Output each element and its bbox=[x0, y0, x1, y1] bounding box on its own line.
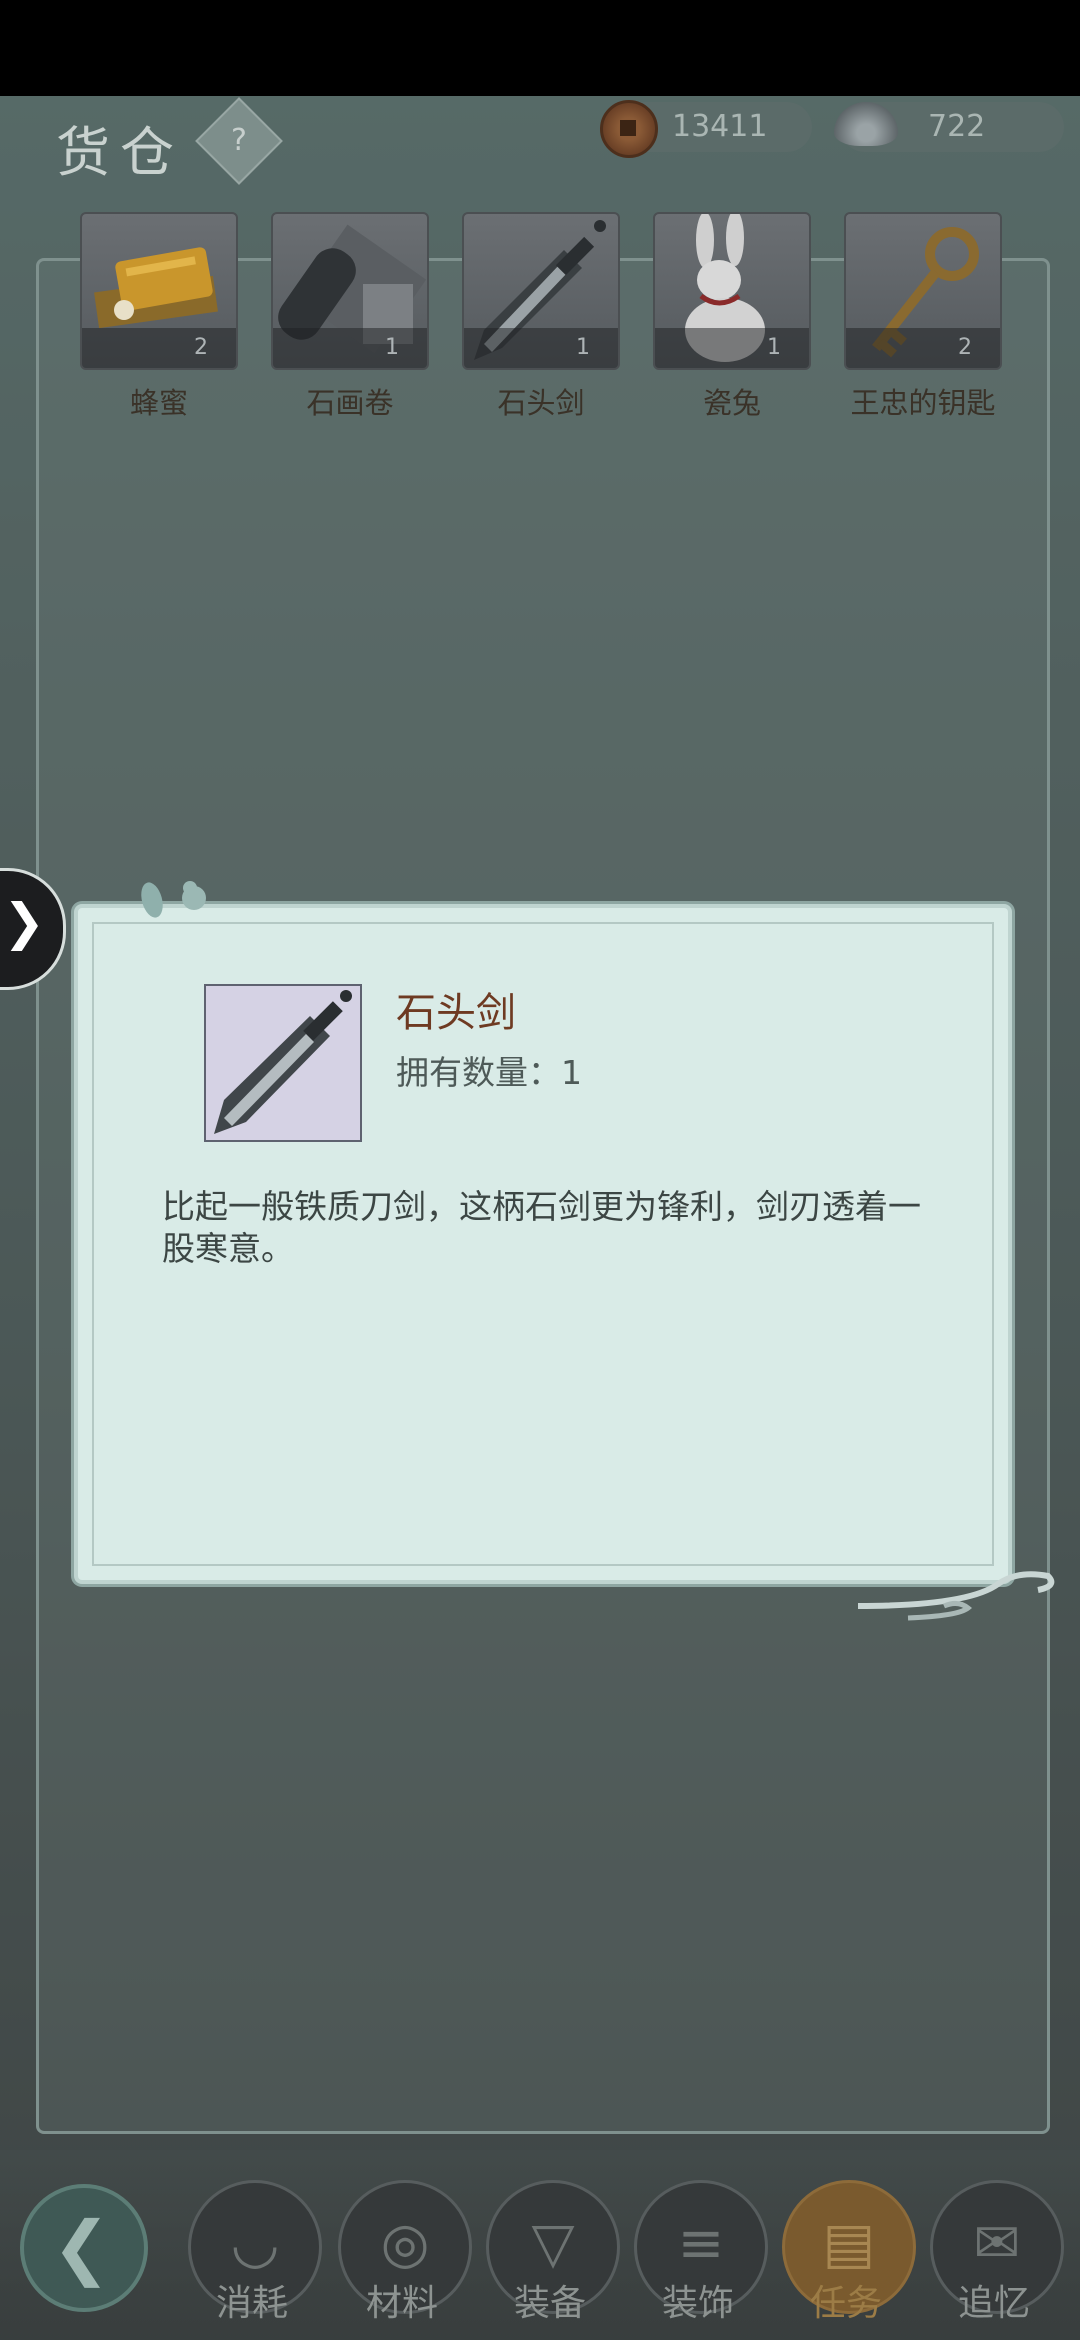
tab-label: 装备 bbox=[513, 2283, 586, 2324]
tab-quests[interactable]: ▤ 任务 bbox=[782, 2180, 916, 2326]
tab-decorations[interactable]: ≡ 装饰 bbox=[634, 2180, 768, 2326]
coin-counter: 13411 bbox=[600, 100, 812, 158]
tab-label: 消耗 bbox=[215, 2283, 288, 2324]
inventory-item[interactable]: 2 蜂蜜 bbox=[80, 212, 238, 422]
item-count: 1 bbox=[655, 328, 809, 368]
inventory-item[interactable]: 2 王忠的钥匙 bbox=[844, 212, 1002, 422]
item-count: 1 bbox=[464, 328, 618, 368]
inventory-item[interactable]: 1 石画卷 bbox=[271, 212, 429, 422]
item-slot[interactable]: 1 bbox=[271, 212, 429, 370]
status-bar bbox=[0, 0, 1080, 96]
item-slot[interactable]: 1 bbox=[462, 212, 620, 370]
silver-counter: 722 bbox=[834, 102, 1064, 152]
item-slot[interactable]: 2 bbox=[844, 212, 1002, 370]
item-count: 2 bbox=[82, 328, 236, 368]
tab-label: 装饰 bbox=[661, 2283, 734, 2324]
item-name: 瓷兔 bbox=[702, 386, 761, 420]
inventory-item[interactable]: 1 瓷兔 bbox=[653, 212, 811, 422]
inventory-item[interactable]: 1 石头剑 bbox=[462, 212, 620, 422]
detail-item-name: 石头剑 bbox=[396, 990, 516, 1036]
tab-materials[interactable]: ◎ 材料 bbox=[338, 2180, 472, 2326]
help-button[interactable]: ? bbox=[195, 97, 283, 185]
item-name: 蜂蜜 bbox=[129, 386, 188, 420]
page-title: 货仓 bbox=[56, 121, 184, 184]
chevron-right-icon: ❯ bbox=[3, 893, 45, 951]
birds-decoration-icon bbox=[141, 881, 206, 918]
detail-owned-count: 拥有数量：1 bbox=[396, 1053, 582, 1092]
tab-label: 任务 bbox=[809, 2283, 882, 2324]
back-button[interactable]: ❮ bbox=[20, 2184, 148, 2312]
tab-label: 追忆 bbox=[957, 2283, 1030, 2324]
item-slot[interactable]: 2 bbox=[80, 212, 238, 370]
tab-label: 材料 bbox=[365, 2283, 438, 2324]
item-detail-popup[interactable]: 石头剑 拥有数量：1 比起一般铁质刀剑，这柄石剑更为锋利，剑刃透着一股寒意。 bbox=[74, 904, 1012, 1584]
item-slot[interactable]: 1 bbox=[653, 212, 811, 370]
item-count: 1 bbox=[273, 328, 427, 368]
tab-memories[interactable]: ✉ 追忆 bbox=[930, 2180, 1064, 2326]
item-count: 2 bbox=[846, 328, 1000, 368]
item-name: 王忠的钥匙 bbox=[850, 386, 996, 420]
detail-item-image bbox=[204, 984, 362, 1142]
silver-ingot-icon bbox=[834, 102, 898, 146]
tab-equipment[interactable]: ▽ 装备 bbox=[486, 2180, 620, 2326]
detail-description: 比起一般铁质刀剑，这柄石剑更为锋利，剑刃透着一股寒意。 bbox=[162, 1187, 921, 1268]
sword-icon bbox=[214, 990, 352, 1134]
cloud-decoration-icon bbox=[857, 1571, 1055, 1621]
coin-amount: 13411 bbox=[672, 109, 768, 144]
tab-consumables[interactable]: ◡ 消耗 bbox=[188, 2180, 322, 2326]
silver-amount: 722 bbox=[928, 109, 986, 144]
inventory-grid: 2 蜂蜜 1 石画卷 1 石头剑 1 瓷兔 2 王忠的钥匙 bbox=[80, 212, 1002, 422]
back-arrow-icon: ❮ bbox=[52, 2206, 111, 2288]
copper-coin-icon bbox=[600, 100, 658, 158]
item-name: 石画卷 bbox=[306, 386, 394, 420]
item-name: 石头剑 bbox=[497, 386, 585, 420]
help-label: ? bbox=[231, 123, 247, 158]
